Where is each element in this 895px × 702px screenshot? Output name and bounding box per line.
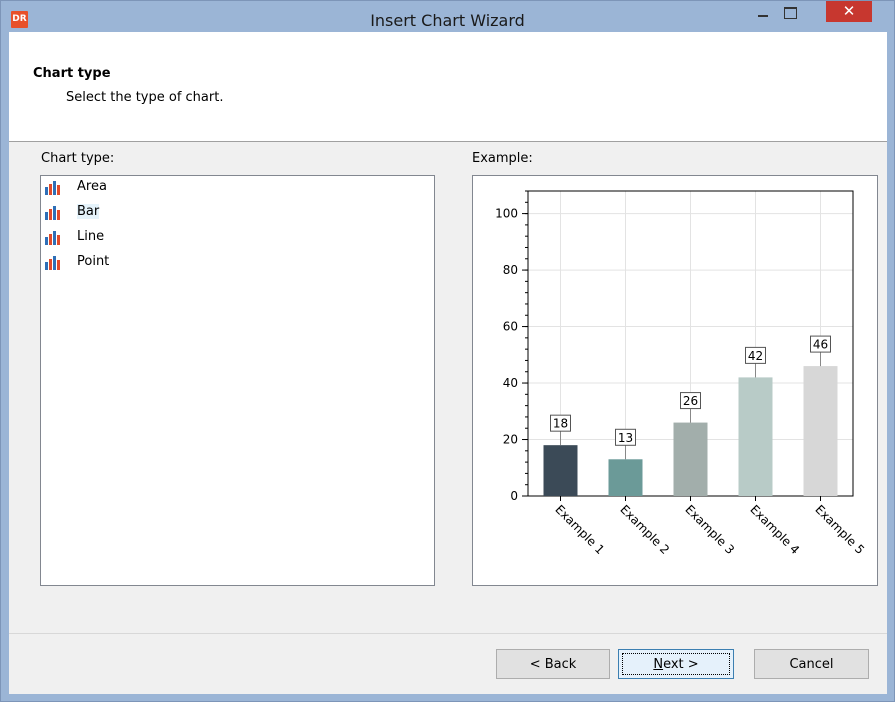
x-tick-label: Example 5 [812, 502, 867, 557]
list-item-label: Bar [77, 204, 100, 219]
dialog-window: DR Insert Chart Wizard ✕ Chart type Sele… [0, 0, 895, 702]
chart-bars-icon [45, 256, 60, 270]
footer-separator [9, 633, 887, 634]
chart-type-label: Chart type: [41, 151, 115, 166]
chart-bars-icon [45, 206, 60, 220]
chart-type-list[interactable]: Area Bar Line Point [40, 175, 435, 586]
x-tick-label: Example 4 [747, 502, 802, 557]
dialog-client: Chart type Select the type of chart. Cha… [9, 32, 887, 694]
x-tick-label: Example 1 [552, 502, 607, 557]
x-tick-label: Example 2 [617, 502, 672, 557]
page-title: Chart type [33, 66, 111, 81]
list-item-label: Area [77, 179, 107, 194]
example-label: Example: [472, 151, 533, 166]
back-button[interactable]: < Back [496, 649, 610, 679]
bar [738, 377, 773, 496]
list-item-area[interactable]: Area [41, 176, 434, 201]
wizard-header: Chart type Select the type of chart. [9, 32, 887, 142]
data-label: 42 [748, 349, 763, 363]
y-tick-label: 20 [503, 433, 518, 447]
data-label: 13 [618, 431, 633, 445]
y-tick-label: 80 [503, 263, 518, 277]
data-label: 18 [553, 417, 568, 431]
data-label: 46 [813, 338, 828, 352]
list-item-point[interactable]: Point [41, 251, 434, 276]
list-item-line[interactable]: Line [41, 226, 434, 251]
close-button[interactable]: ✕ [826, 1, 872, 22]
chart-bars-icon [45, 181, 60, 195]
x-tick-label: Example 3 [682, 502, 737, 557]
bar [803, 366, 838, 496]
data-label: 26 [683, 394, 698, 408]
next-button[interactable]: Next > [618, 649, 734, 679]
list-item-bar[interactable]: Bar [41, 201, 434, 226]
list-item-label: Point [77, 254, 110, 269]
y-tick-label: 40 [503, 376, 518, 390]
example-preview: 0 20 40 60 80 100 18 Example 1 13 Example 2 26 Exam… [472, 175, 878, 586]
y-tick-label: 0 [510, 489, 518, 503]
cancel-button[interactable]: Cancel [754, 649, 869, 679]
bar [608, 459, 643, 496]
y-tick-label: 60 [503, 320, 518, 334]
close-icon: ✕ [842, 2, 856, 20]
chart-bars-icon [45, 231, 60, 245]
page-subtitle: Select the type of chart. [66, 90, 224, 105]
focus-rect [622, 653, 730, 675]
bar [543, 445, 578, 496]
y-tick-label: 100 [495, 207, 518, 221]
bar [673, 422, 708, 496]
maximize-button[interactable] [777, 1, 804, 23]
list-item-label: Line [77, 229, 105, 244]
minimize-button[interactable] [750, 1, 776, 23]
example-chart: 0 20 40 60 80 100 18 Example 1 13 Example 2 26 Exam… [495, 190, 867, 557]
